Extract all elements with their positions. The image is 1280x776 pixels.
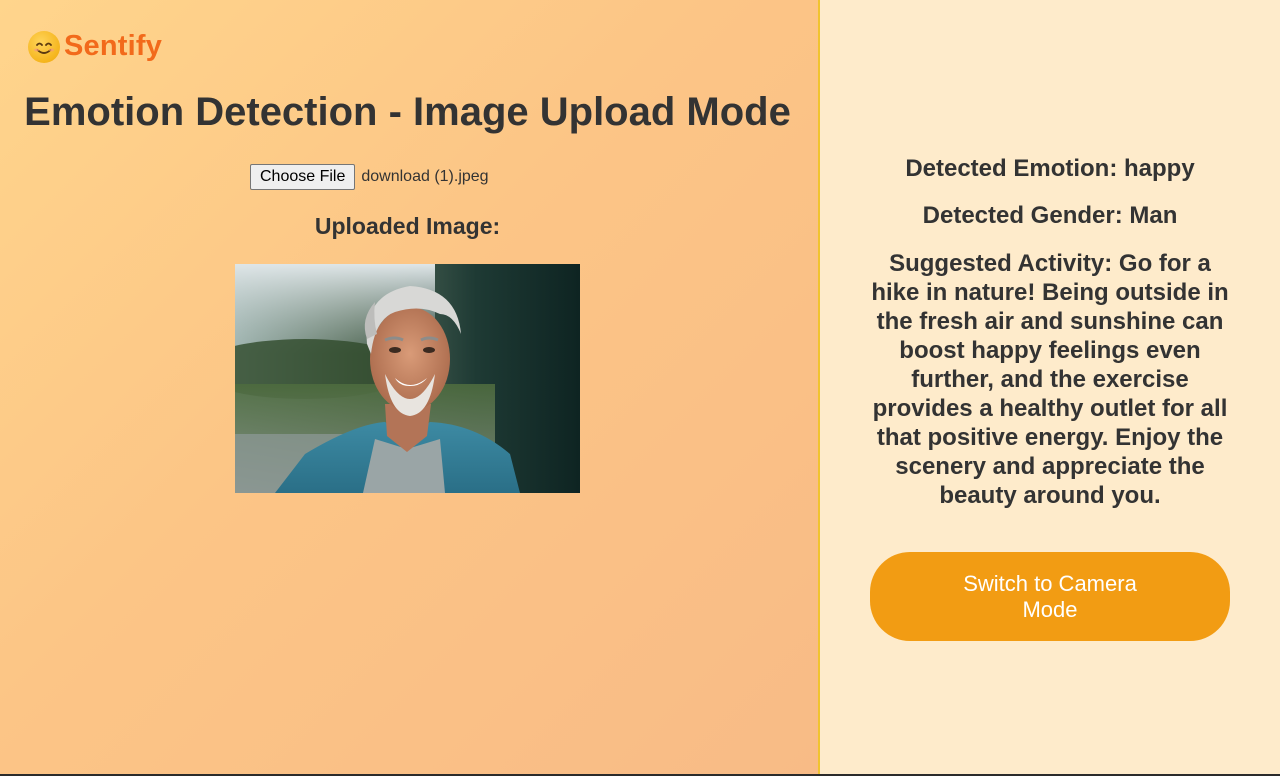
- choose-file-button[interactable]: Choose File: [250, 164, 356, 190]
- detected-emotion: Detected Emotion: happy: [905, 155, 1195, 182]
- selected-file-name: download (1).jpeg: [361, 168, 489, 185]
- suggested-activity: Suggested Activity: Go for a hike in nat…: [871, 250, 1229, 509]
- smiling-face-icon: [28, 30, 60, 63]
- file-upload-control: Choose File download (1).jpeg: [250, 164, 489, 190]
- results-panel: Detected Emotion: happy Detected Gender:…: [820, 0, 1280, 774]
- uploaded-image-heading: Uploaded Image:: [314, 213, 501, 239]
- app-page: Sentify Emotion Detection - Image Upload…: [0, 0, 1280, 774]
- brand-name: Sentify: [64, 30, 163, 62]
- detected-gender: Detected Gender: Man: [922, 202, 1178, 229]
- upload-panel: Sentify Emotion Detection - Image Upload…: [0, 0, 818, 774]
- page-title: Emotion Detection - Image Upload Mode: [24, 90, 791, 134]
- uploaded-image: [235, 264, 580, 493]
- switch-to-camera-button[interactable]: Switch to Camera Mode: [870, 552, 1230, 641]
- brand-logo[interactable]: Sentify: [28, 30, 162, 63]
